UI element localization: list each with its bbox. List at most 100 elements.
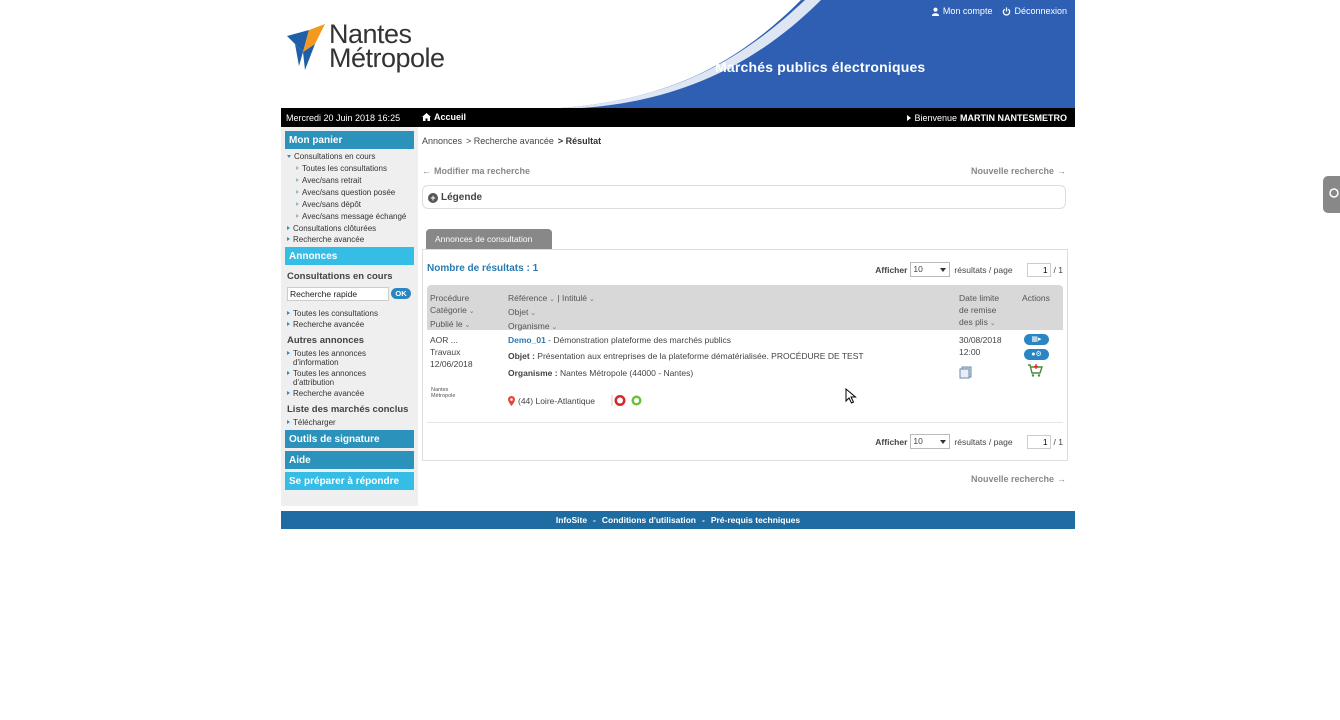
- access-consultation-button[interactable]: ▦▸: [1024, 334, 1049, 345]
- sidebar-item-recherche-avancee[interactable]: Recherche avancée: [287, 235, 364, 244]
- sidebar-item-autres-recherche[interactable]: Recherche avancée: [287, 389, 364, 398]
- chevron-right-icon: [287, 322, 290, 326]
- sidebar-section-consultations: Consultations en cours: [287, 271, 393, 282]
- table-row-separator: [427, 422, 1063, 423]
- sidebar-item-retrait[interactable]: Avec/sans retrait: [296, 176, 361, 185]
- new-search-label: Nouvelle recherche: [970, 166, 1054, 176]
- quick-search-input[interactable]: [287, 287, 389, 301]
- chevron-right-icon: [296, 178, 299, 182]
- clause-environnementale-icon[interactable]: [631, 395, 642, 406]
- header-des-plis[interactable]: des plis: [959, 316, 999, 330]
- sidebar-item-label: Toutes les annonces d'information: [293, 349, 366, 367]
- sidebar-item-label: Avec/sans retrait: [302, 176, 362, 185]
- header-procedure[interactable]: Procédure: [430, 292, 475, 304]
- sidebar-item-label: Toutes les consultations: [293, 309, 378, 318]
- quick-search-ok-button[interactable]: OK: [391, 288, 411, 299]
- modify-search-link[interactable]: ← Modifier ma recherche: [422, 166, 530, 176]
- legend-toggle[interactable]: + Légende: [428, 192, 482, 203]
- caret-down-icon: [940, 440, 947, 444]
- sidebar-item-annonces-recherche[interactable]: Recherche avancée: [287, 320, 364, 329]
- per-page-suffix: résultats / page: [954, 264, 1013, 275]
- new-search-link-top[interactable]: Nouvelle recherche →: [971, 166, 1066, 176]
- page-number-input[interactable]: [1026, 262, 1051, 277]
- document-stack-icon[interactable]: [959, 366, 973, 379]
- table-header: Procédure Catégorie Publié le Référence …: [427, 285, 1063, 332]
- results-panel: Nombre de résultats : 1 Afficher 10 résu…: [422, 249, 1068, 461]
- top-bar: Mercredi 20 Juin 2018 16:25 Accueil Bien…: [281, 108, 1075, 127]
- footer-link-infosite[interactable]: InfoSite: [556, 515, 587, 525]
- sidebar-item-label: Recherche avancée: [293, 320, 365, 329]
- results-count: Nombre de résultats : 1: [427, 263, 539, 274]
- footer: InfoSite - Conditions d'utilisation - Pr…: [281, 511, 1075, 529]
- new-search-link-bottom[interactable]: Nouvelle recherche →: [971, 474, 1066, 484]
- sidebar-head-annonces[interactable]: Annonces: [285, 247, 414, 265]
- breadcrumb-resultat: > Résultat: [557, 136, 602, 146]
- sidebar-item-label: Recherche avancée: [293, 235, 365, 244]
- sidebar-item-telecharger[interactable]: Télécharger: [287, 418, 336, 427]
- header-publie-le[interactable]: Publié le: [430, 318, 475, 332]
- sidebar-head-aide[interactable]: Aide: [285, 451, 414, 469]
- consultation-reference-link[interactable]: Demo_01: [508, 335, 546, 345]
- chevron-right-icon: [287, 311, 290, 315]
- header: Nantes Métropole Marchés publics électro…: [281, 0, 1075, 108]
- sidebar-item-annonces-toutes[interactable]: Toutes les consultations: [287, 309, 378, 318]
- arrow-left-icon: ←: [422, 166, 431, 176]
- sidebar-item-label: Télécharger: [293, 418, 336, 427]
- header-intitule[interactable]: | Intitulé: [557, 293, 594, 303]
- per-page-select[interactable]: 10: [910, 262, 951, 277]
- clause-sociale-icon[interactable]: [611, 394, 627, 407]
- account-link[interactable]: Mon compte: [931, 6, 992, 16]
- header-objet[interactable]: Objet: [508, 306, 595, 320]
- sidebar: Mon panier Consultations en cours Toutes…: [281, 127, 418, 506]
- sidebar-item-question[interactable]: Avec/sans question posée: [296, 188, 395, 197]
- page-number-input-bottom[interactable]: [1026, 434, 1051, 449]
- breadcrumb-annonces[interactable]: Annonces: [422, 136, 462, 146]
- chevron-down-icon: [287, 155, 291, 158]
- floating-side-tab[interactable]: [1323, 176, 1340, 213]
- sidebar-item-cloturees[interactable]: Consultations clôturées: [287, 224, 376, 233]
- consultation-options-button[interactable]: ●⚙: [1024, 349, 1049, 360]
- sidebar-head-outils-signature[interactable]: Outils de signature: [285, 430, 414, 448]
- header-categorie[interactable]: Catégorie: [430, 304, 475, 318]
- sidebar-item-annonces-attribution[interactable]: Toutes les annonces d'attribution: [287, 369, 377, 387]
- chevron-right-icon: [287, 371, 290, 375]
- organisme-label: Organisme :: [508, 368, 558, 378]
- sidebar-item-label: Consultations en cours: [294, 152, 376, 161]
- current-date: Mercredi 20 Juin 2018 16:25: [286, 113, 401, 123]
- sidebar-item-consultations-en-cours[interactable]: Consultations en cours: [287, 152, 375, 161]
- nantes-metropole-logo[interactable]: Nantes Métropole: [285, 18, 465, 76]
- sidebar-item-annonces-information[interactable]: Toutes les annonces d'information: [287, 349, 377, 367]
- footer-link-conditions[interactable]: Conditions d'utilisation: [602, 515, 696, 525]
- objet-label: Objet :: [508, 351, 535, 361]
- main-content: Annonces > Recherche avancée > Résultat …: [422, 127, 1070, 507]
- footer-link-prerequis[interactable]: Pré-requis techniques: [711, 515, 800, 525]
- sidebar-head-se-preparer[interactable]: Se préparer à répondre: [285, 472, 414, 490]
- pager-bottom: Afficher 10 résultats / page / 1: [875, 434, 1063, 449]
- tab-annonces-consultation[interactable]: Annonces de consultation: [426, 229, 552, 249]
- objet-value: Présentation aux entreprises de la plate…: [534, 351, 864, 361]
- sidebar-item-message[interactable]: Avec/sans message échangé: [296, 212, 406, 221]
- row-organisme: Organisme : Nantes Métropole (44000 - Na…: [508, 367, 693, 379]
- logout-link[interactable]: Déconnexion: [1002, 6, 1067, 16]
- add-to-cart-icon[interactable]: [1027, 364, 1043, 377]
- sidebar-item-toutes-consultations[interactable]: Toutes les consultations: [296, 164, 387, 173]
- chevron-right-icon: [287, 237, 290, 241]
- header-organisme[interactable]: Organisme: [508, 320, 595, 334]
- sidebar-item-label: Avec/sans message échangé: [302, 212, 407, 221]
- sidebar-head-panier[interactable]: Mon panier: [285, 131, 414, 149]
- sidebar-item-depot[interactable]: Avec/sans dépôt: [296, 200, 361, 209]
- row-lieu: (44) Loire-Atlantique: [508, 395, 595, 407]
- row-date-limite: 30/08/2018: [959, 335, 1002, 345]
- per-page-select-bottom[interactable]: 10: [910, 434, 951, 449]
- row-publie-le: 12/06/2018: [430, 359, 473, 369]
- breadcrumb-recherche-avancee[interactable]: > Recherche avancée: [466, 136, 554, 146]
- home-icon: [422, 113, 431, 121]
- page-total: / 1: [1053, 264, 1063, 275]
- header-reference[interactable]: Référence: [508, 293, 555, 303]
- per-page-suffix: résultats / page: [954, 436, 1013, 447]
- consultation-intitule: - Démonstration plateforme des marchés p…: [545, 335, 732, 345]
- home-link[interactable]: Accueil: [422, 112, 466, 122]
- chevron-right-icon: [296, 166, 299, 170]
- site-title: Marchés publics électroniques: [715, 59, 926, 75]
- legend-panel[interactable]: + Légende: [422, 185, 1066, 209]
